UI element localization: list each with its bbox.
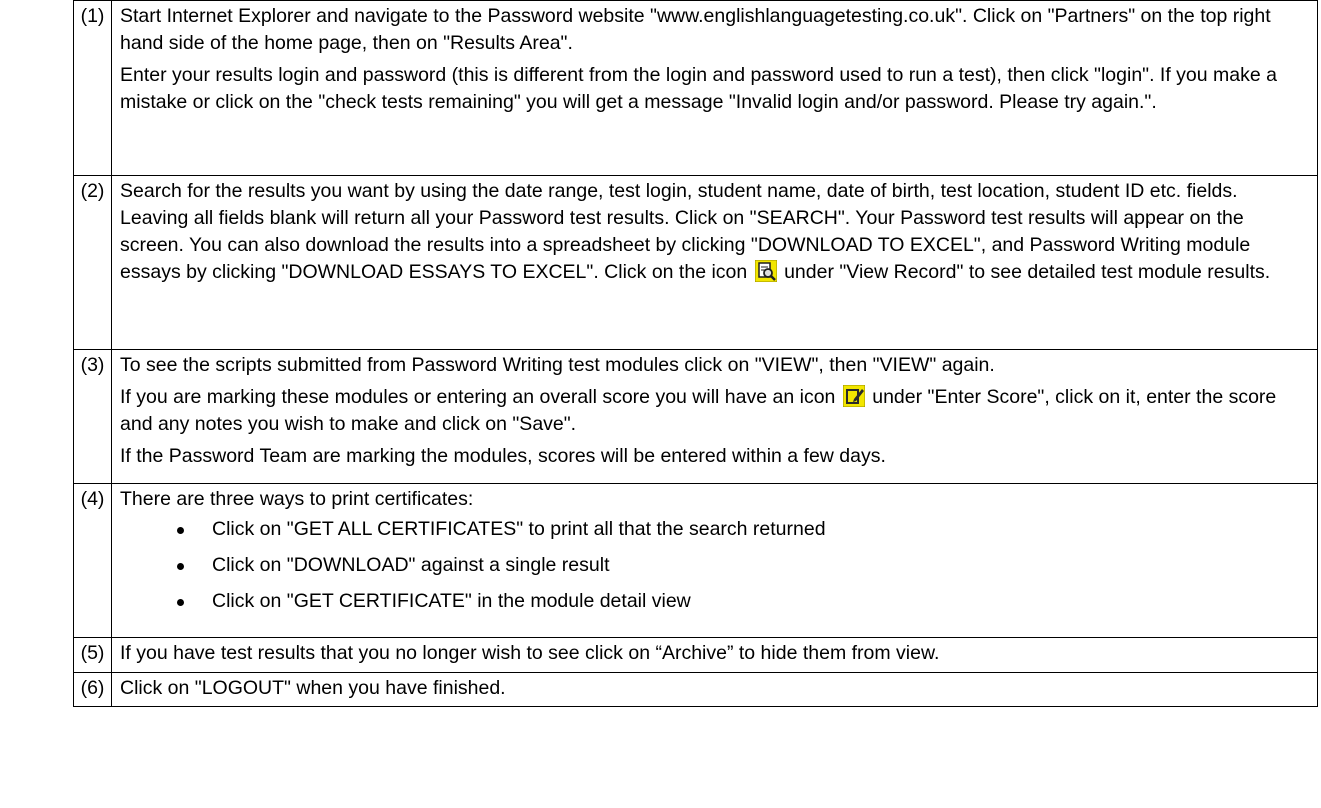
list-item: Click on "GET ALL CERTIFICATES" to print… [120, 516, 1309, 543]
bullet-dot [177, 527, 184, 534]
instructions-table: (1) Start Internet Explorer and navigate… [73, 0, 1318, 707]
step-paragraph: If the Password Team are marking the mod… [120, 445, 886, 467]
step-paragraph: To see the scripts submitted from Passwo… [120, 354, 995, 376]
step-text: under "View Record" to see detailed test… [784, 261, 1271, 283]
step-number: (1) [73, 0, 112, 176]
step-number: (6) [73, 672, 112, 707]
step-number: (3) [73, 349, 112, 484]
step-content: Click on "LOGOUT" when you have finished… [111, 672, 1318, 707]
list-item-text: Click on "GET CERTIFICATE" in the module… [212, 590, 691, 612]
step-row-3: (3) To see the scripts submitted from Pa… [73, 349, 1318, 484]
step-content: If you have test results that you no lon… [111, 637, 1318, 673]
step-number: (5) [73, 637, 112, 673]
bullet-dot [177, 563, 184, 570]
enter-score-icon [842, 384, 866, 408]
step-content: Search for the results you want by using… [111, 175, 1318, 350]
step-content: Start Internet Explorer and navigate to … [111, 0, 1318, 176]
step-row-4: (4) There are three ways to print certif… [73, 483, 1318, 638]
step-paragraph: If you are marking these modules or ente… [120, 384, 1309, 438]
list-item: Click on "GET CERTIFICATE" in the module… [120, 588, 1309, 615]
step-text: If you are marking these modules or ente… [120, 386, 836, 408]
view-record-icon [754, 259, 778, 283]
step-row-5: (5) If you have test results that you no… [73, 637, 1318, 673]
step-row-1: (1) Start Internet Explorer and navigate… [73, 0, 1318, 176]
step-number: (2) [73, 175, 112, 350]
step-row-6: (6) Click on "LOGOUT" when you have fini… [73, 672, 1318, 707]
step-content: To see the scripts submitted from Passwo… [111, 349, 1318, 484]
certificate-options-list: Click on "GET ALL CERTIFICATES" to print… [120, 516, 1309, 615]
list-item-text: Click on "DOWNLOAD" against a single res… [212, 554, 610, 576]
step-row-2: (2) Search for the results you want by u… [73, 175, 1318, 350]
list-item: Click on "DOWNLOAD" against a single res… [120, 552, 1309, 579]
step-paragraph: Enter your results login and password (t… [120, 64, 1277, 113]
step-intro: There are three ways to print certificat… [120, 488, 474, 510]
step-number: (4) [73, 483, 112, 638]
list-item-text: Click on "GET ALL CERTIFICATES" to print… [212, 518, 826, 540]
step-paragraph: Start Internet Explorer and navigate to … [120, 5, 1271, 54]
bullet-dot [177, 599, 184, 606]
step-content: There are three ways to print certificat… [111, 483, 1318, 638]
